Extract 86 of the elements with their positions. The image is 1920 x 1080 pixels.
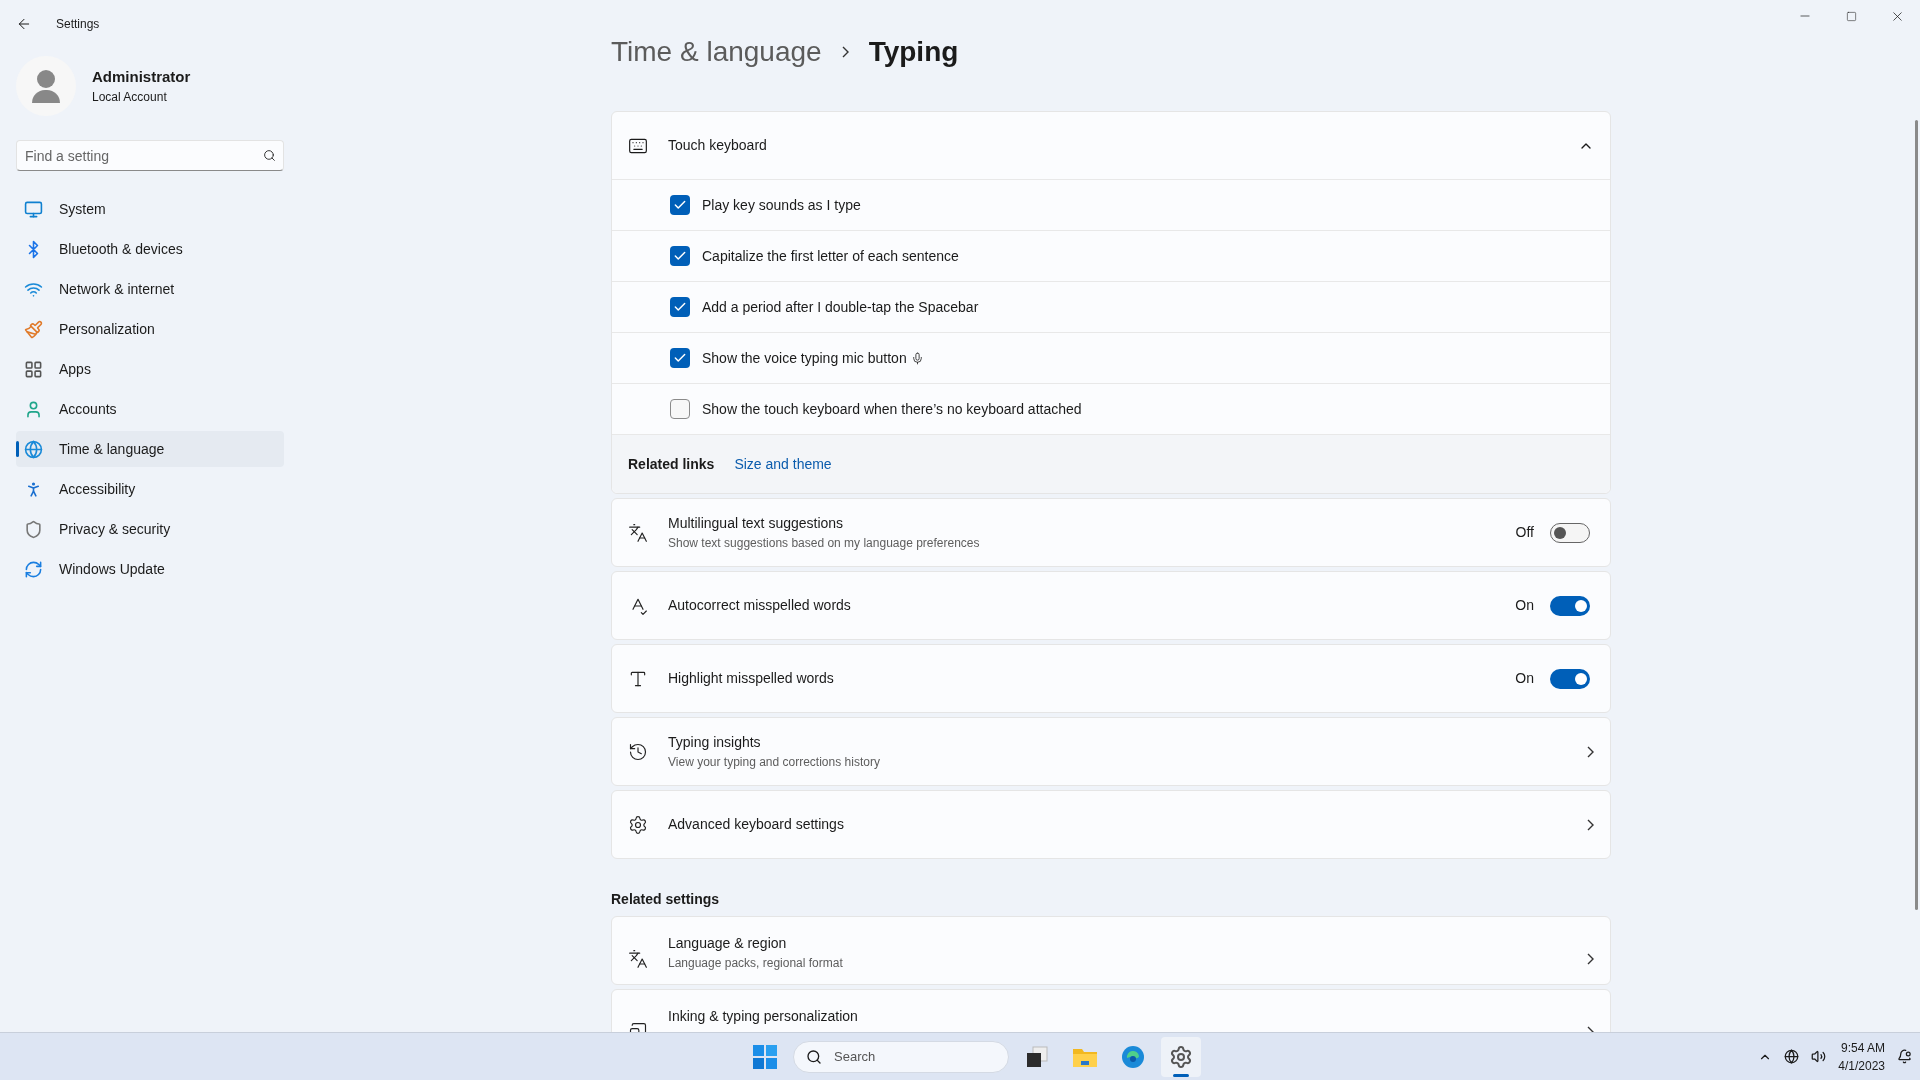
languages-icon <box>628 948 648 969</box>
account-type: Local Account <box>92 89 168 107</box>
checkbox-label: Capitalize the first letter of each sentence <box>702 246 959 266</box>
clock-time: 9:54 AM <box>1840 1039 1885 1057</box>
page-title: Typing <box>868 34 959 69</box>
paintbrush-icon <box>24 319 43 339</box>
link[interactable]: Size and theme <box>734 453 832 475</box>
card-title: Touch keyboard <box>668 136 768 155</box>
restore-icon <box>1845 10 1857 22</box>
toggle-switch[interactable] <box>1550 595 1590 616</box>
checkbox-label: Play key sounds as I type <box>702 195 861 215</box>
setting-card[interactable]: Multilingual text suggestions Show text suggestions based on my language preferences Off <box>611 498 1611 567</box>
checkbox-label: Show the voice typing mic button <box>702 348 907 368</box>
settings-icon <box>628 814 648 835</box>
grid-icon <box>24 359 43 379</box>
globe-icon[interactable] <box>1784 1049 1800 1064</box>
setting-title: Highlight misspelled words <box>668 669 835 688</box>
search-icon <box>263 149 276 162</box>
setting-card[interactable]: Autocorrect misspelled words On <box>611 571 1611 640</box>
setting-card[interactable]: Highlight misspelled words On <box>611 644 1611 713</box>
checkmark-icon <box>673 249 687 263</box>
setting-title: Language & region <box>668 934 788 953</box>
globe-icon <box>24 439 43 459</box>
toggle-switch[interactable] <box>1550 668 1590 689</box>
taskbar-search[interactable]: Search <box>793 1040 1009 1073</box>
setting-title: Advanced keyboard settings <box>668 815 845 834</box>
setting-card[interactable]: Inking & typing personalization <box>611 989 1611 1032</box>
checkmark-icon <box>673 300 687 314</box>
nav-item[interactable]: Bluetooth & devices <box>16 231 284 267</box>
setting-description: Show text suggestions based on my language preferences <box>668 535 981 552</box>
settings-icon <box>1169 1044 1193 1069</box>
nav-item[interactable]: System <box>16 191 284 227</box>
taskbar-app[interactable] <box>1161 1036 1201 1077</box>
browser-icon <box>1121 1044 1145 1069</box>
nav-item[interactable]: Personalization <box>16 311 284 347</box>
setting-card[interactable]: Typing insights View your typing and corrections history <box>611 717 1611 786</box>
refresh-icon <box>24 559 43 579</box>
clock-date: 4/1/2023 <box>1838 1057 1885 1075</box>
checkbox-label: Add a period after I double-tap the Spacebar <box>702 297 979 317</box>
setting-title: Typing insights <box>668 733 762 752</box>
volume-icon[interactable] <box>1811 1049 1827 1064</box>
related-links-label: Related links <box>628 454 715 474</box>
checkmark-icon <box>673 351 687 365</box>
nav-item[interactable]: Accessibility <box>16 471 284 507</box>
setting-title: Autocorrect misspelled words <box>668 596 852 615</box>
checkbox[interactable] <box>670 348 690 368</box>
search-placeholder: Search <box>834 1047 876 1066</box>
shield-icon <box>24 519 43 539</box>
person-icon <box>24 399 43 419</box>
checkbox[interactable] <box>670 399 690 419</box>
toggle-state: On <box>1515 596 1534 615</box>
checkbox-label: Show the touch keyboard when there’s no keyboard attached <box>702 399 1082 419</box>
toggle-state: On <box>1515 669 1534 688</box>
microphone-icon <box>910 351 924 365</box>
breadcrumb-link[interactable]: Time & language <box>611 30 822 73</box>
checkbox[interactable] <box>670 195 690 215</box>
task-view-icon <box>1025 1044 1049 1069</box>
user-name: Administrator <box>92 66 191 87</box>
search-icon <box>806 1048 822 1065</box>
setting-card[interactable]: Advanced keyboard settings <box>611 790 1611 859</box>
toggle-switch[interactable] <box>1550 522 1590 543</box>
history-icon <box>628 741 648 762</box>
checkbox[interactable] <box>670 246 690 266</box>
checkmark-icon <box>673 198 687 212</box>
nav-item[interactable]: Windows Update <box>16 551 284 587</box>
setting-card[interactable]: Language & region Language packs, regional format <box>611 916 1611 985</box>
setting-title: Multilingual text suggestions <box>668 514 845 533</box>
nav-item[interactable]: Time & language <box>16 431 284 467</box>
languages-icon <box>628 522 648 543</box>
setting-title: Inking & typing personalization <box>668 1007 859 1026</box>
back-icon[interactable] <box>16 16 32 32</box>
monitor-icon <box>24 199 43 219</box>
checkbox[interactable] <box>670 297 690 317</box>
notification-icon[interactable] <box>1897 1049 1912 1064</box>
toggle-state: Off <box>1515 523 1534 542</box>
nav-item[interactable]: Apps <box>16 351 284 387</box>
window-title: Settings <box>56 16 100 32</box>
search-field[interactable]: Find a setting <box>16 140 284 171</box>
setting-description: View your typing and corrections history <box>668 754 881 771</box>
scrollbar[interactable] <box>1914 120 1918 910</box>
nav-item[interactable]: Accounts <box>16 391 284 427</box>
nav-item[interactable]: Network & internet <box>16 271 284 307</box>
section-heading: Related settings <box>611 890 721 909</box>
windows-logo <box>753 1044 777 1069</box>
setting-description: Language packs, regional format <box>668 955 844 972</box>
nav-item[interactable]: Privacy & security <box>16 511 284 547</box>
